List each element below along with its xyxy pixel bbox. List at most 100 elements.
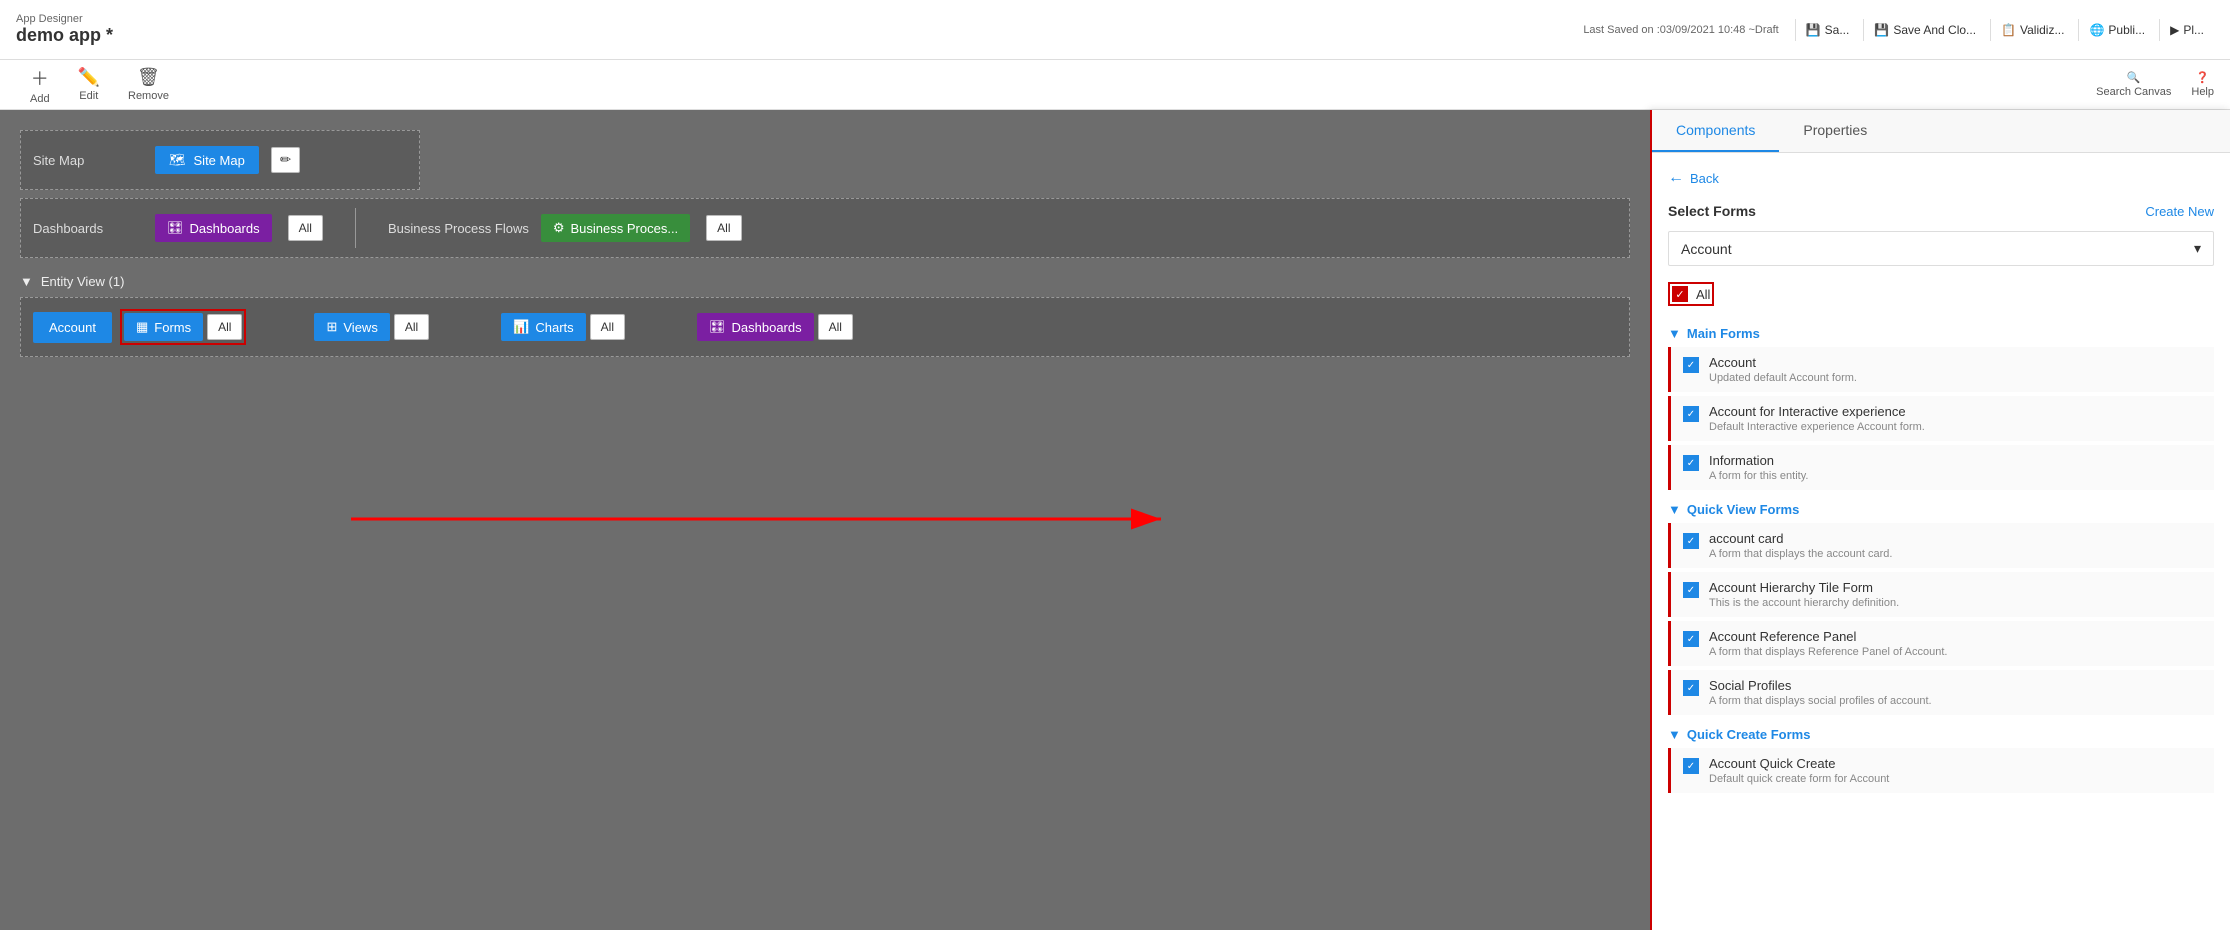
charts-icon: 📊 <box>513 319 529 335</box>
validate-button[interactable]: 📋 Validiz... <box>1990 19 2074 41</box>
entity-chevron-icon: ▼ <box>20 274 33 289</box>
views-all-btn[interactable]: All <box>394 314 429 340</box>
form-checkbox[interactable]: ✓ <box>1683 758 1699 774</box>
entity-view-section: ▼ Entity View (1) Account ▦ Forms All ⊞ … <box>20 266 1630 357</box>
play-icon: ▶ <box>2170 23 2179 37</box>
quick-view-section-header[interactable]: ▼ Quick View Forms <box>1668 494 2214 523</box>
panel-tabs: Components Properties <box>1652 110 2230 153</box>
remove-tool[interactable]: 🗑 Remove <box>114 63 183 106</box>
search-canvas-tool[interactable]: 🔍 Search Canvas <box>2096 71 2171 98</box>
main-forms-chevron-icon: ▼ <box>1668 326 1681 341</box>
entity-dashboards-chip-group: 🎛 Dashboards All <box>697 313 853 341</box>
form-checkbox[interactable]: ✓ <box>1683 582 1699 598</box>
form-checkbox[interactable]: ✓ <box>1683 631 1699 647</box>
app-info: App Designer demo app * <box>16 13 113 46</box>
validate-icon: 📋 <box>2001 23 2016 37</box>
sitemap-row: Site Map 🗺 Site Map ✏ <box>20 130 420 190</box>
form-checkbox[interactable]: ✓ <box>1683 533 1699 549</box>
business-process-icon: ⚙ <box>553 220 565 236</box>
save-close-button[interactable]: 💾 Save And Clo... <box>1863 19 1986 41</box>
form-item: ✓ Social Profiles A form that displays soc… <box>1668 670 2214 715</box>
save-button[interactable]: 💾 Sa... <box>1795 19 1860 41</box>
forms-icon: ▦ <box>136 319 148 335</box>
edit-icon: ✏️ <box>78 67 100 88</box>
form-text-group: Account Quick Create Default quick create… <box>1709 756 1889 785</box>
save-icon: 💾 <box>1806 23 1821 37</box>
all-checkbox[interactable]: ✓ <box>1672 286 1688 302</box>
tab-components[interactable]: Components <box>1652 110 1779 152</box>
quick-view-chevron-icon: ▼ <box>1668 502 1681 517</box>
forms-chip-group: ▦ Forms All <box>124 313 242 341</box>
dashboards-label: Dashboards <box>33 221 143 236</box>
form-desc: A form that displays social profiles of … <box>1709 695 1932 707</box>
play-button[interactable]: ▶ Pl... <box>2159 19 2214 41</box>
help-tool[interactable]: ❓ Help <box>2191 71 2214 98</box>
annotation-arrow <box>21 479 1171 559</box>
main-forms-section-header[interactable]: ▼ Main Forms <box>1668 318 2214 347</box>
main-forms-list: ✓AccountUpdated default Account form.✓Ac… <box>1668 347 2214 490</box>
form-desc: Updated default Account form. <box>1709 372 1857 384</box>
entity-dashboards-all-btn[interactable]: All <box>818 314 853 340</box>
back-link[interactable]: ← Back <box>1668 169 2214 187</box>
business-process-all-btn[interactable]: All <box>706 215 741 241</box>
form-text-group: Account Reference Panel A form that displ… <box>1709 629 1947 658</box>
charts-chip[interactable]: 📊 Charts <box>501 313 585 341</box>
sitemap-chip[interactable]: 🗺 Site Map <box>155 146 259 174</box>
select-forms-label: Select Forms <box>1668 203 1756 219</box>
dashboards-all-btn[interactable]: All <box>288 215 323 241</box>
form-desc: Default quick create form for Account <box>1709 773 1889 785</box>
save-close-icon: 💾 <box>1874 23 1889 37</box>
back-arrow-icon: ← <box>1668 169 1684 187</box>
quick-view-forms-list: ✓ account cardA form that displays the ac… <box>1668 523 2214 715</box>
form-item: ✓ account cardA form that displays the ac… <box>1668 523 2214 568</box>
forms-chip[interactable]: ▦ Forms <box>124 313 203 341</box>
form-name: Account Reference Panel <box>1709 629 1947 644</box>
form-text-group: Account Hierarchy Tile Form This is the a… <box>1709 580 1899 609</box>
form-name: Social Profiles <box>1709 678 1932 693</box>
business-process-chip[interactable]: ⚙ Business Proces... <box>541 214 690 242</box>
form-text-group: InformationA form for this entity. <box>1709 453 1808 482</box>
tab-properties[interactable]: Properties <box>1779 110 1891 152</box>
form-checkbox[interactable]: ✓ <box>1683 680 1699 696</box>
charts-chip-group: 📊 Charts All <box>501 313 625 341</box>
edit-tool[interactable]: ✏️ Edit <box>64 63 114 106</box>
create-new-link[interactable]: Create New <box>2145 204 2214 219</box>
form-desc: A form that displays the account card. <box>1709 548 1892 560</box>
entity-view-label: Entity View (1) <box>41 274 125 289</box>
quick-create-forms-list: ✓ Account Quick Create Default quick creat… <box>1668 748 2214 793</box>
dashboards-chip[interactable]: 🎛 Dashboards <box>155 214 272 242</box>
sitemap-edit-button[interactable]: ✏ <box>271 147 300 173</box>
top-bar-actions: Last Saved on :03/09/2021 10:48 ~Draft 💾… <box>1583 19 2214 41</box>
forms-all-btn[interactable]: All <box>207 314 242 340</box>
entity-dashboards-chip[interactable]: 🎛 Dashboards <box>697 313 814 341</box>
quick-create-section-header[interactable]: ▼ Quick Create Forms <box>1668 719 2214 748</box>
entity-row: Account ▦ Forms All ⊞ Views All <box>20 297 1630 357</box>
chevron-down-icon: ▾ <box>2194 240 2201 257</box>
top-bar: App Designer demo app * Last Saved on :0… <box>0 0 2230 60</box>
publish-button[interactable]: 🌐 Publi... <box>2078 19 2155 41</box>
search-canvas-icon: 🔍 <box>2127 71 2141 84</box>
entity-dropdown[interactable]: Account ▾ <box>1668 231 2214 266</box>
entity-dashboards-icon: 🎛 <box>709 319 726 335</box>
form-text-group: Account for Interactive experienceDefaul… <box>1709 404 1925 433</box>
form-checkbox[interactable]: ✓ <box>1683 357 1699 373</box>
dashboards-icon: 🎛 <box>167 220 184 236</box>
form-desc: A form that displays Reference Panel of … <box>1709 646 1947 658</box>
form-text-group: account cardA form that displays the acc… <box>1709 531 1892 560</box>
charts-all-btn[interactable]: All <box>590 314 625 340</box>
sitemap-label: Site Map <box>33 153 143 168</box>
add-tool[interactable]: ＋ Add <box>16 61 64 109</box>
views-chip[interactable]: ⊞ Views <box>314 313 389 341</box>
form-item: ✓AccountUpdated default Account form. <box>1668 347 2214 392</box>
form-item: ✓ Account Reference Panel A form that disp… <box>1668 621 2214 666</box>
form-text-group: Social Profiles A form that displays soci… <box>1709 678 1932 707</box>
quick-create-chevron-icon: ▼ <box>1668 727 1681 742</box>
form-name: Account Quick Create <box>1709 756 1889 771</box>
form-checkbox[interactable]: ✓ <box>1683 406 1699 422</box>
form-name: Account Hierarchy Tile Form <box>1709 580 1899 595</box>
app-title: demo app * <box>16 25 113 46</box>
main-toolbar: ＋ Add ✏️ Edit 🗑 Remove 🔍 Search Canvas ❓… <box>0 60 2230 110</box>
form-desc: This is the account hierarchy definition… <box>1709 597 1899 609</box>
account-button[interactable]: Account <box>33 312 112 343</box>
form-checkbox[interactable]: ✓ <box>1683 455 1699 471</box>
